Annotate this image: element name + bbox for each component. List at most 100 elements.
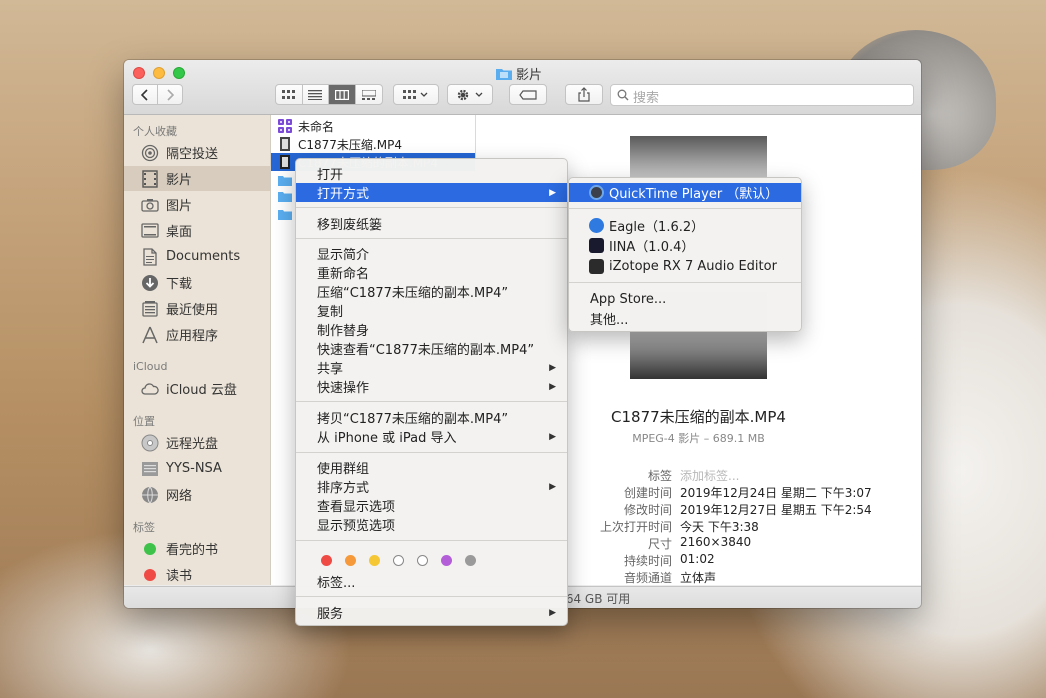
columns-icon: [334, 89, 349, 100]
menu-separator: [296, 401, 567, 402]
submenu-arrow-icon: ▶: [549, 187, 556, 198]
submenu-item-other[interactable]: 其他...: [569, 309, 801, 328]
search-input[interactable]: 搜索: [610, 84, 914, 106]
sidebar-item-label: 最近使用: [166, 303, 219, 318]
share-button[interactable]: [565, 84, 603, 105]
menu-item-sort-by[interactable]: 排序方式 ▶: [296, 477, 567, 496]
meta-key: 创建时间: [623, 486, 672, 500]
column-view-button[interactable]: [329, 85, 356, 104]
submenu-arrow-icon: ▶: [549, 362, 556, 373]
cloud-icon: [141, 380, 159, 398]
sidebar-item-label: iCloud 云盘: [166, 383, 237, 398]
tag-empty-dot[interactable]: [417, 555, 428, 566]
available-space-text: .64 GB 可用: [562, 592, 631, 606]
menu-item-quick-look[interactable]: 快速查看“C1877未压缩的副本.MP4”: [296, 339, 567, 358]
menu-item-share[interactable]: 共享 ▶: [296, 358, 567, 377]
menu-item-open[interactable]: 打开: [296, 164, 567, 183]
menu-separator: [569, 208, 801, 209]
menu-item-quick-actions[interactable]: 快速操作 ▶: [296, 377, 567, 396]
sidebar-item-remote-disc[interactable]: 远程光盘: [124, 430, 270, 455]
search-placeholder: 搜索: [633, 91, 660, 106]
menu-item-show-view-options[interactable]: 查看显示选项: [296, 496, 567, 515]
file-row[interactable]: 未命名: [271, 117, 475, 135]
sidebar-item-airdrop[interactable]: 隔空投送: [124, 140, 270, 165]
menu-item-rename[interactable]: 重新命名: [296, 263, 567, 282]
search-icon: [617, 89, 629, 101]
sidebar-item-label: 读书: [166, 569, 193, 584]
menu-item-tags[interactable]: 标签...: [296, 572, 567, 591]
server-icon: [141, 460, 159, 478]
menu-item-compress[interactable]: 压缩“C1877未压缩的副本.MP4”: [296, 282, 567, 301]
window-title: 影片: [496, 65, 542, 83]
menu-item-move-to-trash[interactable]: 移到废纸篓: [296, 214, 567, 233]
group-button[interactable]: [393, 84, 439, 105]
sidebar-item-documents[interactable]: Documents: [124, 244, 270, 269]
tags-button[interactable]: [509, 84, 547, 105]
submenu-arrow-icon: ▶: [549, 481, 556, 492]
submenu-arrow-icon: ▶: [549, 381, 556, 392]
minimize-button[interactable]: [153, 67, 165, 79]
menu-item-duplicate[interactable]: 复制: [296, 301, 567, 320]
file-name: 未命名: [298, 119, 335, 134]
zoom-button[interactable]: [173, 67, 185, 79]
sidebar-item-tag-green[interactable]: 看完的书: [124, 536, 270, 561]
sidebar-item-applications[interactable]: 应用程序: [124, 322, 270, 347]
sidebar-item-label: Documents: [166, 249, 241, 264]
menu-item-use-groups[interactable]: 使用群组: [296, 458, 567, 477]
sidebar-section-locations: 位置: [133, 415, 155, 428]
submenu-item-app-store[interactable]: App Store...: [569, 290, 801, 309]
back-button[interactable]: [133, 85, 158, 104]
tag-yellow-dot[interactable]: [369, 555, 380, 566]
tag-empty-dot[interactable]: [393, 555, 404, 566]
menu-separator: [296, 452, 567, 453]
nav-buttons: [132, 84, 183, 105]
submenu-item-quicktime[interactable]: QuickTime Player （默认）: [569, 183, 801, 202]
meta-key: 持续时间: [623, 554, 672, 568]
sidebar-item-server[interactable]: YYS-NSA: [124, 456, 270, 481]
list-icon: [308, 89, 323, 100]
sidebar-item-label: 网络: [166, 489, 193, 504]
menu-item-open-with[interactable]: 打开方式 ▶: [296, 183, 567, 202]
submenu-item-eagle[interactable]: Eagle（1.6.2）: [569, 216, 801, 235]
submenu-item-iina[interactable]: IINA（1.0.4）: [569, 236, 801, 255]
sidebar-item-desktop[interactable]: 桌面: [124, 218, 270, 243]
icon-view-button[interactable]: [276, 85, 303, 104]
camera-icon: [141, 196, 159, 214]
menu-item-make-alias[interactable]: 制作替身: [296, 320, 567, 339]
list-view-button[interactable]: [303, 85, 329, 104]
gallery-icon: [361, 89, 376, 100]
sidebar-item-label: 下载: [166, 277, 193, 292]
tag-orange-dot[interactable]: [345, 555, 356, 566]
submenu-item-izotope[interactable]: iZotope RX 7 Audio Editor: [569, 257, 801, 276]
sidebar-item-downloads[interactable]: 下载: [124, 270, 270, 295]
sidebar-item-icloud-drive[interactable]: iCloud 云盘: [124, 376, 270, 401]
sidebar-item-pictures[interactable]: 图片: [124, 192, 270, 217]
close-button[interactable]: [133, 67, 145, 79]
menu-item-copy[interactable]: 拷贝“C1877未压缩的副本.MP4”: [296, 408, 567, 427]
chevron-left-icon: [140, 88, 148, 101]
forward-button[interactable]: [158, 85, 182, 104]
meta-key: 音频通道: [623, 571, 672, 585]
action-button[interactable]: [447, 84, 493, 105]
sidebar-section-tags: 标签: [133, 521, 155, 534]
sidebar-section-icloud: iCloud: [133, 360, 168, 373]
menu-item-show-preview-options[interactable]: 显示预览选项: [296, 515, 567, 534]
context-menu: 打开 打开方式 ▶ 移到废纸篓 显示简介 重新命名 压缩“C1877未压缩的副本.…: [295, 158, 568, 626]
meta-value: 今天 下午3:38: [680, 520, 759, 534]
menu-item-get-info[interactable]: 显示简介: [296, 244, 567, 263]
sidebar-item-network[interactable]: 网络: [124, 482, 270, 507]
gallery-view-button[interactable]: [356, 85, 382, 104]
meta-value: 01:02: [680, 552, 715, 566]
folder-icon: [278, 176, 292, 186]
tag-purple-dot[interactable]: [441, 555, 452, 566]
menu-item-import-from-iphone[interactable]: 从 iPhone 或 iPad 导入 ▶: [296, 427, 567, 446]
file-row[interactable]: C1877未压缩.MP4: [271, 135, 475, 153]
sidebar-item-movies[interactable]: 影片: [124, 166, 270, 191]
tag-gray-dot[interactable]: [465, 555, 476, 566]
add-tags-field[interactable]: 添加标签...: [680, 467, 739, 484]
sidebar-item-tag-red[interactable]: 读书: [124, 562, 270, 587]
video-file-icon: [280, 155, 290, 169]
tag-red-dot[interactable]: [321, 555, 332, 566]
menu-item-services[interactable]: 服务 ▶: [296, 603, 567, 622]
sidebar-item-recents[interactable]: 最近使用: [124, 296, 270, 321]
